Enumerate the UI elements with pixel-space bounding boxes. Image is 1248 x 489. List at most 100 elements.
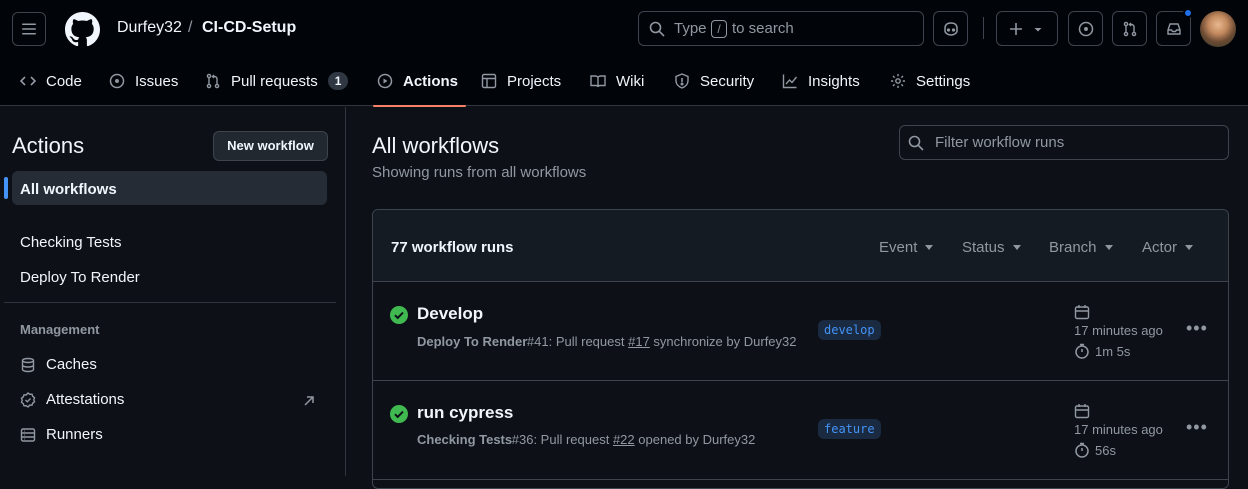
graph-icon xyxy=(782,74,798,89)
status-filter-dropdown[interactable]: Status xyxy=(962,239,1021,256)
branch-badge[interactable]: feature xyxy=(818,419,881,439)
pr-link[interactable]: #22 xyxy=(613,432,635,447)
code-icon xyxy=(20,76,36,86)
verified-icon xyxy=(20,391,36,408)
breadcrumb-repo[interactable]: CI-CD-Setup xyxy=(202,19,296,37)
tab-actions-label: Actions xyxy=(403,72,459,90)
server-icon xyxy=(20,427,36,442)
tab-wiki[interactable]: Wiki xyxy=(590,63,644,99)
tab-code[interactable]: Code xyxy=(20,63,82,99)
actions-sidebar: Actions New workflow All workflows Check… xyxy=(0,107,346,476)
event-filter-label: Event xyxy=(879,239,918,256)
sidebar-title: Actions xyxy=(12,133,85,158)
run-duration: 1m 5s xyxy=(1074,343,1130,359)
sidebar-item-deploy-to-render[interactable]: Deploy To Render xyxy=(20,269,140,286)
tab-actions[interactable]: Actions xyxy=(372,63,467,107)
sidebar-item-attestations[interactable]: Attestations xyxy=(20,391,124,408)
page-title: All workflows xyxy=(372,133,500,158)
run-options-button[interactable]: ••• xyxy=(1186,417,1208,438)
stopwatch-icon xyxy=(1075,343,1089,359)
github-logo-icon[interactable] xyxy=(65,12,100,47)
tab-settings-label: Settings xyxy=(916,72,971,90)
run-workflow-name: Deploy To Render xyxy=(417,334,528,349)
search-key-hint: / xyxy=(711,20,727,38)
run-duration-value: 56s xyxy=(1095,442,1116,458)
git-pull-request-icon xyxy=(1123,21,1136,36)
search-suffix: to search xyxy=(732,20,794,37)
tab-code-label: Code xyxy=(46,72,82,90)
run-options-button[interactable]: ••• xyxy=(1186,318,1208,339)
pr-link[interactable]: #17 xyxy=(628,334,650,349)
workflow-runs-main: All workflows Showing runs from all work… xyxy=(347,107,1248,489)
runs-list-header: 77 workflow runs Event Status Branch Act… xyxy=(373,210,1228,282)
header-divider xyxy=(983,17,984,39)
sidebar-item-runners[interactable]: Runners xyxy=(20,426,103,443)
branch-filter-dropdown[interactable]: Branch xyxy=(1049,239,1113,256)
tab-security[interactable]: Security xyxy=(674,63,754,99)
search-prefix: Type xyxy=(674,20,707,37)
tab-settings[interactable]: Settings xyxy=(890,63,970,99)
copilot-icon xyxy=(943,21,958,36)
check-circle-fill-icon xyxy=(390,405,408,423)
branch-filter-label: Branch xyxy=(1049,239,1097,256)
run-event: : Pull request xyxy=(533,432,613,447)
workflow-runs-list: 77 workflow runs Event Status Branch Act… xyxy=(372,209,1229,489)
table-row[interactable]: Develop Deploy To Render #41: Pull reque… xyxy=(373,282,1228,381)
gear-icon xyxy=(891,74,905,88)
triangle-down-icon xyxy=(1034,27,1042,31)
run-duration-value: 1m 5s xyxy=(1095,343,1131,359)
new-workflow-button[interactable]: New workflow xyxy=(213,131,328,161)
issues-button[interactable] xyxy=(1068,11,1103,46)
run-timestamp: 17 minutes ago xyxy=(1074,422,1163,437)
tab-projects[interactable]: Projects xyxy=(481,63,561,99)
search-icon xyxy=(908,135,924,151)
run-number: #41 xyxy=(526,334,549,349)
menu-button[interactable] xyxy=(12,12,46,46)
tab-insights[interactable]: Insights xyxy=(782,63,860,99)
run-workflow-name: Checking Tests xyxy=(417,432,513,447)
sidebar-item-attestations-label: Attestations xyxy=(46,391,125,408)
tab-issues[interactable]: Issues xyxy=(109,63,178,99)
notification-dot xyxy=(1183,8,1193,18)
link-external-icon xyxy=(304,396,314,406)
table-row[interactable]: run cypress Checking Tests #36: Pull req… xyxy=(373,381,1228,480)
sidebar-item-caches-label: Caches xyxy=(46,356,97,373)
database-icon xyxy=(21,357,35,372)
actor-filter-dropdown[interactable]: Actor xyxy=(1142,239,1194,256)
triangle-down-icon xyxy=(1104,245,1113,250)
actor-filter-label: Actor xyxy=(1142,239,1178,256)
git-pull-request-icon xyxy=(206,73,220,89)
tab-pull-requests[interactable]: Pull requests 1 xyxy=(205,63,349,99)
sidebar-item-caches[interactable]: Caches xyxy=(20,356,97,373)
run-meta: Checking Tests #36: Pull request #22 ope… xyxy=(417,432,755,447)
avatar[interactable] xyxy=(1200,11,1236,47)
branch-badge[interactable]: develop xyxy=(818,320,881,340)
run-duration: 56s xyxy=(1074,442,1116,458)
filter-workflow-runs-input[interactable]: Filter workflow runs xyxy=(899,125,1229,160)
tab-security-label: Security xyxy=(700,72,755,90)
sidebar-divider xyxy=(4,302,336,303)
breadcrumb-separator: / xyxy=(188,19,193,36)
run-number: #36 xyxy=(511,432,534,447)
inbox-icon xyxy=(1166,22,1181,35)
breadcrumb-owner[interactable]: Durfey32 xyxy=(117,19,182,37)
filter-placeholder: Filter workflow runs xyxy=(935,134,1065,151)
sidebar-item-all-workflows-label[interactable]: All workflows xyxy=(20,181,117,198)
issue-opened-icon xyxy=(1078,21,1093,36)
create-new-button[interactable] xyxy=(996,11,1058,46)
search-icon xyxy=(649,21,665,37)
page-subtitle: Showing runs from all workflows xyxy=(372,164,587,181)
stopwatch-icon xyxy=(1075,442,1089,458)
search-input[interactable]: Type / to search xyxy=(638,11,924,46)
run-event: : Pull request xyxy=(548,334,629,349)
run-timestamp: 17 minutes ago xyxy=(1074,323,1163,338)
event-filter-dropdown[interactable]: Event xyxy=(879,239,934,256)
sidebar-item-checking-tests[interactable]: Checking Tests xyxy=(20,234,121,251)
run-actor: synchronize by Durfey32 xyxy=(649,334,797,349)
status-filter-label: Status xyxy=(962,239,1005,256)
run-title[interactable]: Develop xyxy=(417,304,483,324)
copilot-button[interactable] xyxy=(933,11,968,46)
pull-requests-button[interactable] xyxy=(1112,11,1147,46)
book-icon xyxy=(590,75,606,88)
run-title[interactable]: run cypress xyxy=(417,403,513,423)
